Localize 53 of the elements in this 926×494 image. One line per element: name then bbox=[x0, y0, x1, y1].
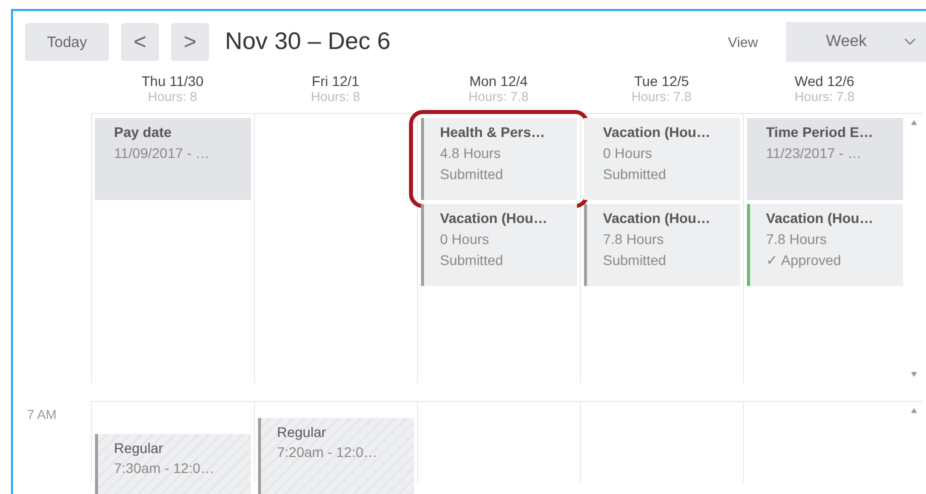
card-title: Regular bbox=[114, 440, 164, 456]
card-title: Health & Pers… bbox=[440, 124, 546, 140]
time-entry-card[interactable]: Regular 7:30am - 12:0… bbox=[95, 434, 251, 494]
card-text: ✓ Approved bbox=[766, 252, 842, 268]
scroll-up-icon[interactable] bbox=[911, 120, 917, 125]
view-dropdown[interactable]: Week bbox=[786, 22, 926, 62]
day-hours: Hours: 7.8 bbox=[632, 89, 692, 104]
request-card[interactable]: Vacation (Hou… 0 Hours Submitted bbox=[421, 204, 577, 286]
day-hours: Hours: 8 bbox=[148, 89, 198, 104]
card-text: Submitted bbox=[603, 166, 668, 182]
view-label: View bbox=[728, 34, 758, 50]
day-hours: Hours: 7.8 bbox=[794, 89, 854, 104]
card-text: 7:30am - 12:0… bbox=[114, 460, 216, 476]
card-title: Vacation (Hou… bbox=[603, 210, 712, 226]
scroll-down-icon[interactable] bbox=[911, 372, 917, 377]
date-range: Nov 30 – Dec 6 bbox=[225, 28, 390, 56]
event-card[interactable]: Time Period E… 11/23/2017 - … bbox=[747, 118, 903, 200]
event-card[interactable]: Pay date 11/09/2017 - … bbox=[95, 118, 251, 200]
today-button[interactable]: Today bbox=[25, 23, 109, 61]
card-text: Submitted bbox=[603, 252, 668, 268]
card-text: 7:20am - 12:0… bbox=[277, 444, 378, 460]
card-text: Submitted bbox=[440, 166, 504, 182]
card-title: Vacation (Hou… bbox=[766, 210, 874, 226]
card-text: 7.8 Hours bbox=[766, 231, 828, 247]
day-hours: Hours: 7.8 bbox=[468, 89, 528, 104]
request-card[interactable]: Vacation (Hou… 7.8 Hours ✓ Approved bbox=[747, 204, 903, 286]
next-button[interactable]: > bbox=[171, 23, 209, 61]
time-entry-card[interactable]: Regular 7:20am - 12:0… bbox=[258, 418, 414, 494]
card-title: Vacation (Hou… bbox=[603, 124, 712, 140]
card-title: Vacation (Hou… bbox=[440, 210, 548, 226]
day-header: Thu 11/30 bbox=[141, 73, 204, 89]
request-card[interactable]: Vacation (Hou… 7.8 Hours Submitted bbox=[584, 204, 740, 286]
day-header: Tue 12/5 bbox=[634, 73, 689, 89]
day-hours: Hours: 8 bbox=[310, 89, 360, 104]
card-text: 0 Hours bbox=[603, 145, 654, 161]
card-text: 11/23/2017 - … bbox=[766, 145, 862, 161]
previous-button[interactable]: < bbox=[121, 23, 159, 61]
day-header: Mon 12/4 bbox=[469, 73, 528, 89]
card-text: 7.8 Hours bbox=[603, 231, 665, 247]
card-title: Pay date bbox=[114, 124, 173, 140]
card-text: 11/09/2017 - … bbox=[114, 145, 210, 161]
card-title: Regular bbox=[277, 424, 328, 440]
request-card[interactable]: Health & Pers… 4.8 Hours Submitted bbox=[421, 118, 577, 200]
day-header: Wed 12/6 bbox=[794, 73, 854, 89]
card-text: Submitted bbox=[440, 252, 504, 268]
scroll-up-icon[interactable] bbox=[911, 408, 917, 413]
card-title: Time Period E… bbox=[766, 124, 874, 140]
card-text: 0 Hours bbox=[440, 231, 490, 247]
day-header: Fri 12/1 bbox=[312, 73, 360, 89]
card-text: 4.8 Hours bbox=[440, 145, 502, 161]
time-label: 7 AM bbox=[26, 406, 57, 422]
request-card[interactable]: Vacation (Hou… 0 Hours Submitted bbox=[584, 118, 740, 200]
chevron-down-icon bbox=[904, 38, 916, 46]
